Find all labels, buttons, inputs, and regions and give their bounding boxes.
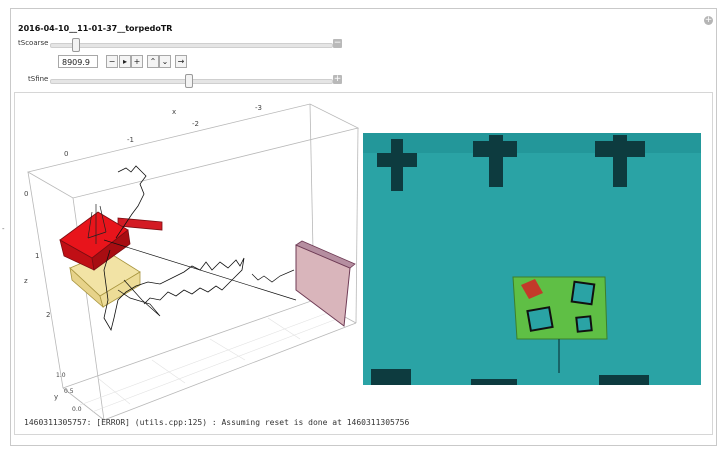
- play-button[interactable]: ▸: [119, 55, 131, 68]
- collapse-coarse-button[interactable]: −: [333, 39, 342, 48]
- side-marker: -: [2, 225, 5, 233]
- camera-feed-image: [363, 133, 701, 385]
- error-log-line: 1460311305757: [ERROR] (utils.cpp:125) :…: [24, 418, 410, 427]
- fine-slider-thumb[interactable]: [184, 74, 193, 88]
- fine-slider-label: tSfine: [28, 75, 49, 83]
- expand-fine-button[interactable]: +: [333, 75, 342, 84]
- direction-button[interactable]: →: [175, 55, 187, 68]
- coarse-slider-label: tScoarse: [18, 39, 49, 47]
- faster-button[interactable]: ⌃: [147, 55, 159, 68]
- slower-button[interactable]: ⌄: [159, 55, 171, 68]
- add-panel-icon[interactable]: +: [704, 16, 713, 25]
- step-forward-button[interactable]: +: [131, 55, 143, 68]
- recording-title: 2016-04-10__11-01-37__torpedoTR: [18, 24, 173, 33]
- coarse-slider-thumb[interactable]: [72, 38, 81, 52]
- coarse-value-field[interactable]: 8909.9: [58, 55, 98, 68]
- step-back-button[interactable]: −: [106, 55, 118, 68]
- coarse-slider-track[interactable]: [50, 43, 333, 48]
